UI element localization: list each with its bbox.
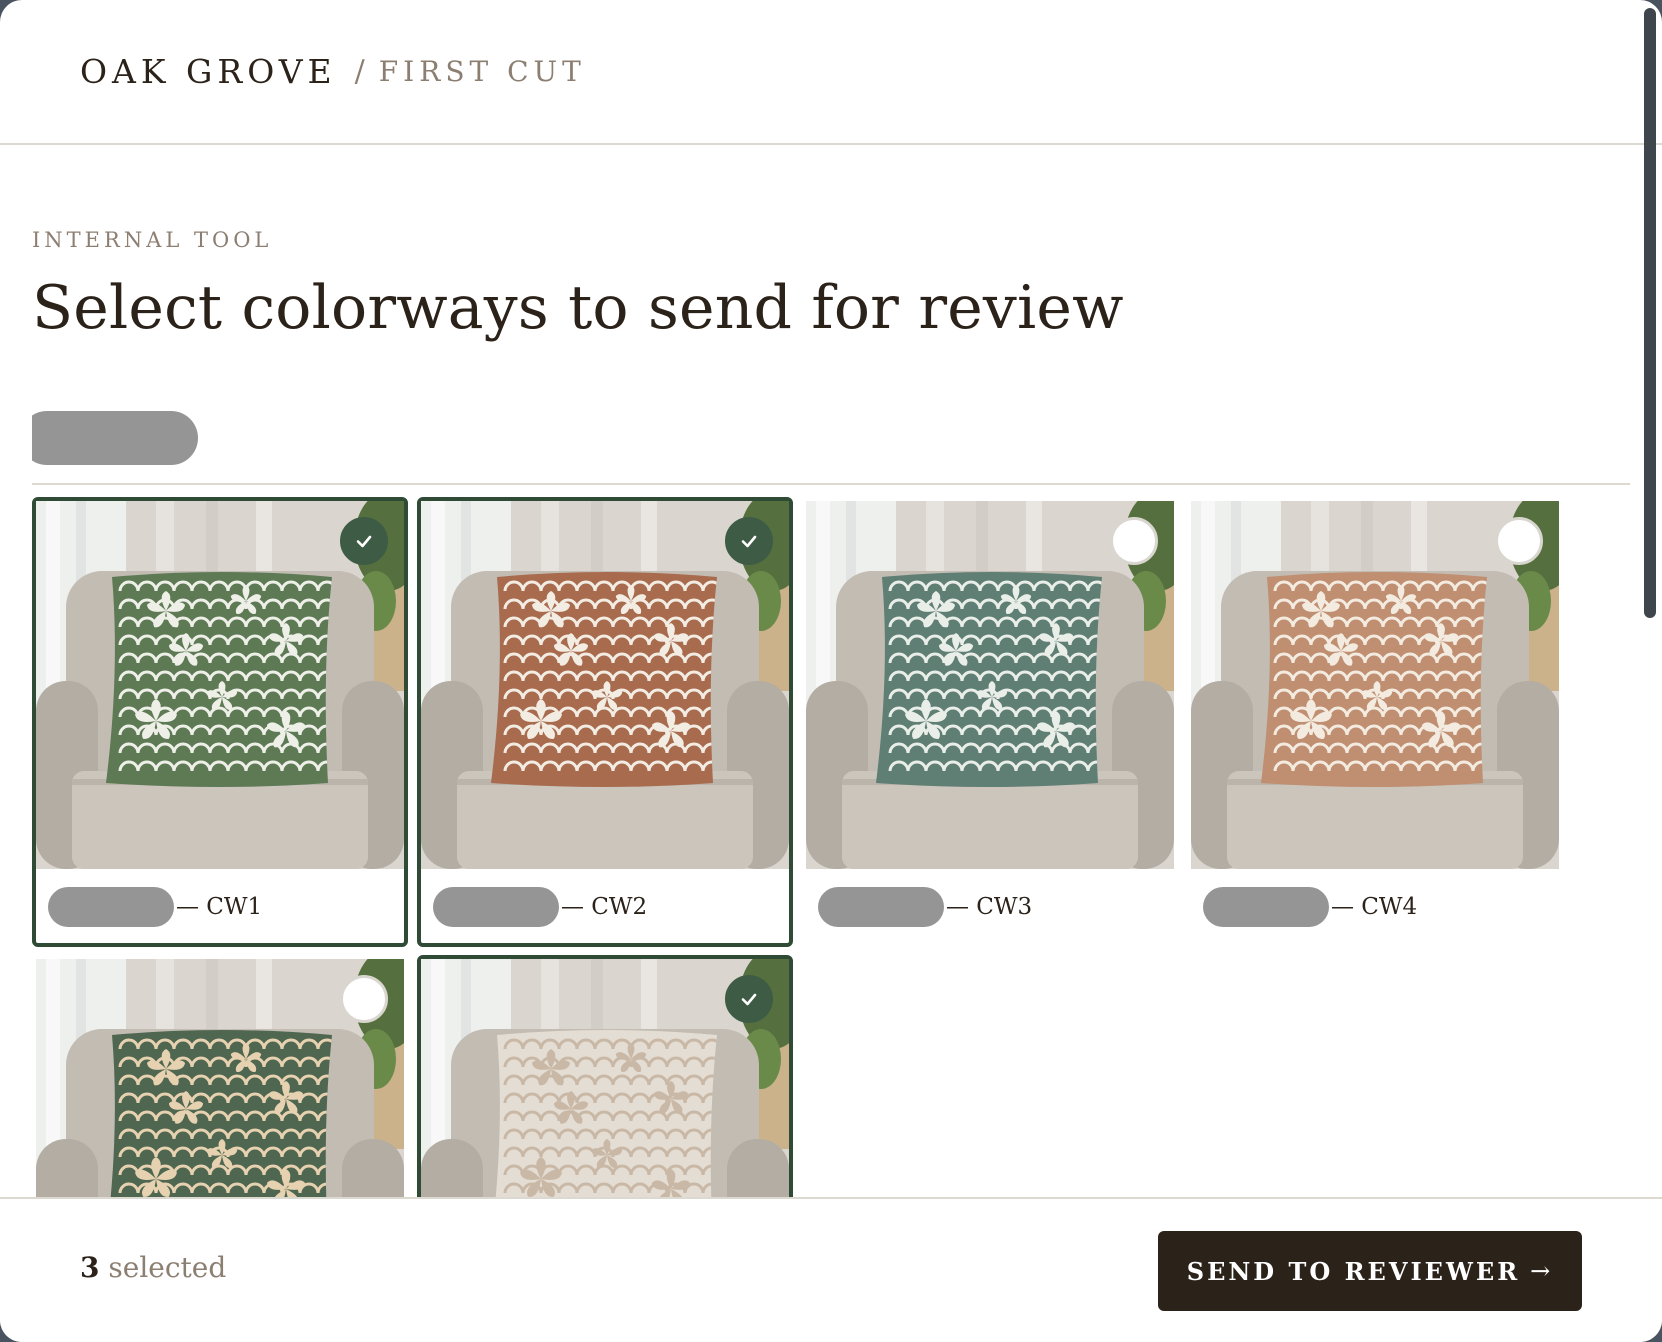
- app-window: OAK GROVE / FIRST CUT INTERNAL TOOL Sele…: [0, 0, 1662, 1342]
- send-button-label: SEND TO REVIEWER: [1186, 1256, 1521, 1286]
- colorway-card[interactable]: — CW1: [32, 497, 408, 947]
- page-title: Select colorways to send for review: [32, 273, 1124, 343]
- colorway-card[interactable]: — CW3: [802, 497, 1178, 947]
- filter-pill[interactable]: [32, 411, 198, 465]
- checked-checkbox-icon[interactable]: [340, 517, 388, 565]
- colorway-name-pill: [1203, 887, 1329, 927]
- colorway-name-pill: [48, 887, 174, 927]
- selected-count-number: 3: [80, 1251, 100, 1284]
- colorway-card[interactable]: — CW2: [417, 497, 793, 947]
- footer-bar: 3 selected SEND TO REVIEWER →: [0, 1197, 1662, 1342]
- brand-separator: /: [354, 54, 365, 89]
- colorway-label: — CW1: [48, 887, 262, 927]
- colorway-code: — CW3: [946, 894, 1033, 920]
- top-bar: OAK GROVE / FIRST CUT: [0, 0, 1662, 145]
- brand-name[interactable]: OAK GROVE: [80, 52, 337, 91]
- colorway-card[interactable]: — CW4: [1187, 497, 1563, 947]
- colorway-code: — CW2: [561, 894, 648, 920]
- colorway-code: — CW1: [176, 894, 263, 920]
- send-to-reviewer-button[interactable]: SEND TO REVIEWER →: [1158, 1231, 1582, 1311]
- colorway-label: — CW2: [433, 887, 647, 927]
- selected-count: 3 selected: [80, 1251, 226, 1284]
- colorway-label: — CW4: [1203, 887, 1417, 927]
- section-name: FIRST CUT: [378, 55, 586, 88]
- colorway-card[interactable]: [417, 955, 793, 1197]
- colorway-label: — CW3: [818, 887, 1032, 927]
- divider: [32, 483, 1630, 485]
- checked-checkbox-icon[interactable]: [725, 975, 773, 1023]
- unchecked-checkbox-icon[interactable]: [1110, 517, 1158, 565]
- colorway-name-pill: [818, 887, 944, 927]
- scrollbar-thumb[interactable]: [1644, 8, 1656, 618]
- colorway-name-pill: [433, 887, 559, 927]
- colorway-card[interactable]: [32, 955, 408, 1197]
- arrow-right-icon: →: [1530, 1257, 1554, 1285]
- unchecked-checkbox-icon[interactable]: [340, 975, 388, 1023]
- selected-count-label: selected: [108, 1251, 227, 1284]
- unchecked-checkbox-icon[interactable]: [1495, 517, 1543, 565]
- colorway-code: — CW4: [1331, 894, 1418, 920]
- main-content: INTERNAL TOOL Select colorways to send f…: [32, 145, 1630, 1197]
- checked-checkbox-icon[interactable]: [725, 517, 773, 565]
- page-eyebrow: INTERNAL TOOL: [32, 228, 273, 252]
